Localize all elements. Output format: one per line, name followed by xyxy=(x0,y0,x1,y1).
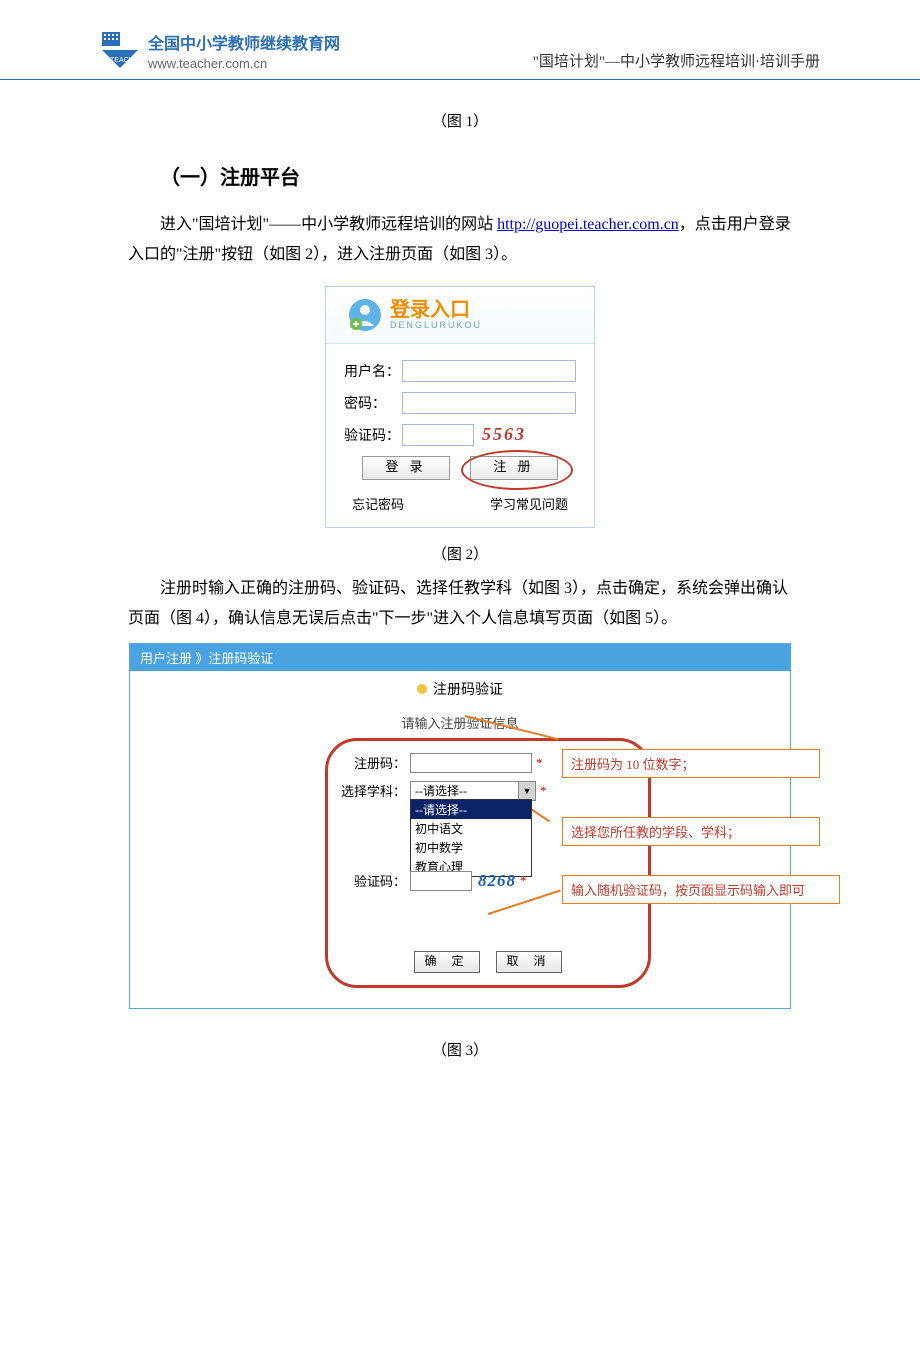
figure-2-label: （图 2） xyxy=(100,543,820,564)
username-label: 用户名： xyxy=(344,361,402,381)
callout-subject: 选择您所任教的学段、学科； xyxy=(562,817,820,846)
reg-breadcrumb: 用户注册 》注册码验证 xyxy=(130,644,790,671)
captcha-input[interactable] xyxy=(402,424,474,446)
page-header: TEACHER 全国中小学教师继续教育网 www.teacher.com.cn … xyxy=(0,30,920,80)
reg-code-row: 注册码： * xyxy=(338,753,638,773)
login-box-figure: 登录入口 DENGLURUKOU 用户名： 密码： 验证码： 5563 xyxy=(325,286,595,528)
username-input[interactable] xyxy=(402,360,576,382)
subject-option[interactable]: --请选择-- xyxy=(411,800,531,819)
password-input[interactable] xyxy=(402,392,576,414)
captcha-row: 验证码： 5563 xyxy=(344,424,576,446)
doc-title: "国培计划"—中小学教师远程培训·培训手册 xyxy=(533,30,820,71)
step-dot-icon xyxy=(417,684,427,694)
captcha-image: 5563 xyxy=(482,424,526,445)
faq-link[interactable]: 学习常见问题 xyxy=(490,494,568,513)
reg-code-label: 注册码： xyxy=(338,753,410,772)
svg-text:TEACHER: TEACHER xyxy=(110,57,140,64)
reg-captcha-row: 验证码： 8268 * xyxy=(338,871,638,891)
reg-subject-select[interactable]: --请选择-- ▼ xyxy=(410,781,536,801)
forgot-password-link[interactable]: 忘记密码 xyxy=(352,494,404,513)
reg-subject-row: 选择学科： --请选择-- ▼ * --请选择-- 初中语文 初中数学 教育心理 xyxy=(338,781,638,801)
login-box-header: 登录入口 DENGLURUKOU xyxy=(326,287,594,344)
register-button-label: 注 册 xyxy=(493,459,534,474)
user-avatar-icon xyxy=(348,298,382,332)
paragraph-2: 注册时输入正确的注册码、验证码、选择任教学科（如图 3），点击确定，系统会弹出确… xyxy=(128,574,792,635)
password-label: 密码： xyxy=(344,393,402,413)
username-row: 用户名： xyxy=(344,360,576,382)
reg-subject-value: --请选择-- xyxy=(415,782,467,799)
login-button[interactable]: 登 录 xyxy=(362,456,450,480)
logo-url: www.teacher.com.cn xyxy=(148,56,340,71)
figure-1-label: （图 1） xyxy=(100,110,820,131)
required-star: * xyxy=(540,783,547,799)
reg-subject-label: 选择学科： xyxy=(338,781,410,800)
reg-step-label: 注册码验证 xyxy=(433,679,503,699)
registration-panel-figure: 用户注册 》注册码验证 注册码验证 请输入注册验证信息 注册码为 10 位数字；… xyxy=(129,643,791,1009)
guopei-link[interactable]: http://guopei.teacher.com.cn xyxy=(497,216,679,233)
para1-text-a: 进入"国培计划"——中小学教师远程培训的网站 xyxy=(160,216,493,233)
reg-subject-dropdown: --请选择-- 初中语文 初中数学 教育心理 xyxy=(410,799,532,877)
reg-prompt: 请输入注册验证信息 xyxy=(130,713,790,732)
reg-step-indicator: 注册码验证 xyxy=(130,671,790,707)
ok-button[interactable]: 确 定 xyxy=(414,951,480,973)
chevron-down-icon: ▼ xyxy=(518,782,535,800)
reg-captcha-label: 验证码： xyxy=(338,871,410,890)
section-title: （一）注册平台 xyxy=(160,161,820,190)
logo-block: TEACHER 全国中小学教师继续教育网 www.teacher.com.cn xyxy=(100,30,340,71)
subject-option[interactable]: 初中数学 xyxy=(411,838,531,857)
required-star: * xyxy=(536,755,543,771)
register-button[interactable]: 注 册 xyxy=(470,456,558,480)
required-star: * xyxy=(520,873,527,889)
reg-code-input[interactable] xyxy=(410,753,532,773)
captcha-label: 验证码： xyxy=(344,425,402,445)
reg-captcha-image: 8268 xyxy=(478,871,516,891)
logo-title: 全国中小学教师继续教育网 xyxy=(148,30,340,54)
reg-captcha-input[interactable] xyxy=(410,871,472,891)
subject-option[interactable]: 初中语文 xyxy=(411,819,531,838)
logo-icon: TEACHER xyxy=(100,30,140,70)
password-row: 密码： xyxy=(344,392,576,414)
figure-3-label: （图 3） xyxy=(100,1039,820,1060)
cancel-button[interactable]: 取 消 xyxy=(496,951,562,973)
login-title-en: DENGLURUKOU xyxy=(390,320,482,330)
paragraph-1: 进入"国培计划"——中小学教师远程培训的网站 http://guopei.tea… xyxy=(128,210,792,271)
login-title-cn: 登录入口 xyxy=(390,300,482,320)
